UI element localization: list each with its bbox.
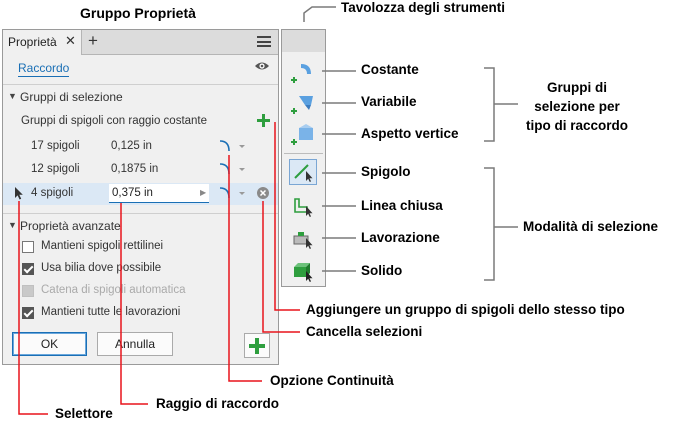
callout-radius: Raggio di raccordo [156,396,280,411]
callout-variable: Variabile [361,94,417,109]
callout-clear-selection: Cancella selezioni [306,324,423,339]
callout-edge: Spigolo [361,164,411,179]
callout-solid: Solido [361,263,403,278]
callout-add-group: Aggiungere un gruppo di spigoli dello st… [306,302,625,317]
callout-tool-palette: Tavolozza degli strumenti [341,0,506,15]
callout-setback: Aspetto vertice [361,126,459,141]
callout-property-group: Gruppo Proprietà [80,5,196,21]
callout-lines [18,6,518,415]
callout-fillet-type-groups: Gruppi di selezione per tipo di raccordo [525,80,628,133]
callout-feature: Lavorazione [361,230,440,245]
callout-continuity: Opzione Continuità [270,373,394,388]
callout-selection-modes: Modalità di selezione [523,219,659,234]
callout-selector: Selettore [55,406,113,421]
callout-constant: Costante [361,62,419,77]
callout-loop: Linea chiusa [361,198,443,213]
